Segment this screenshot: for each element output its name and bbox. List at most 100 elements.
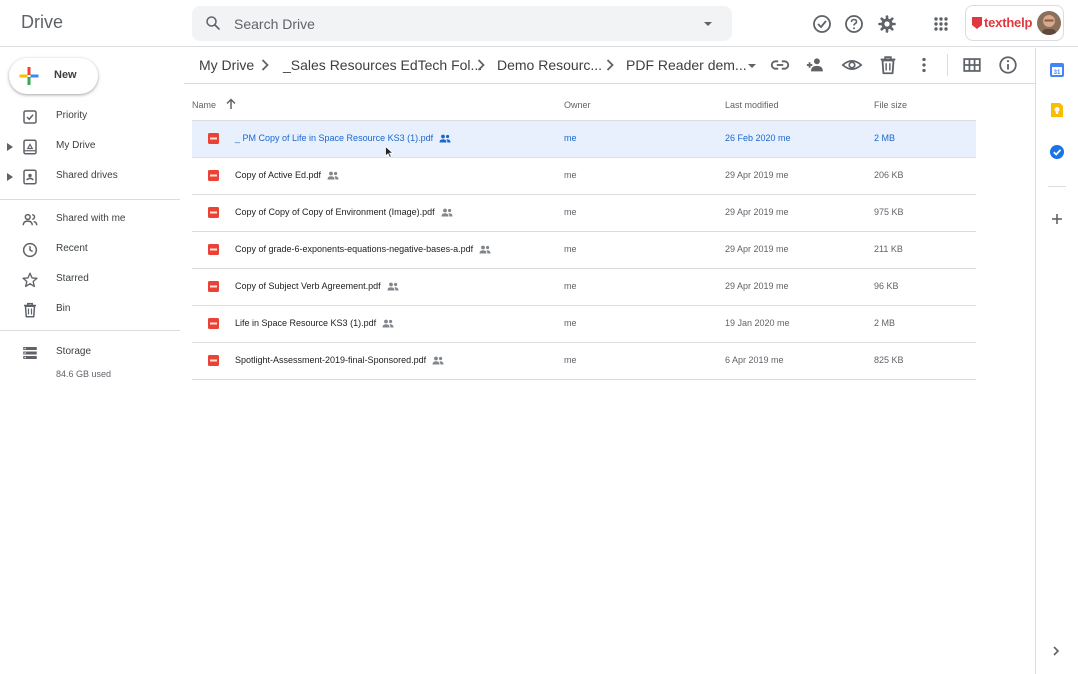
file-name[interactable]: Copy of Subject Verb Agreement.pdf: [235, 281, 399, 291]
sidebar-item-label: Shared drives: [56, 170, 118, 181]
table-row[interactable]: Spotlight-Assessment-2019-final-Sponsore…: [192, 343, 976, 380]
chevron-right-icon: [477, 59, 485, 71]
more-options-icon[interactable]: [913, 54, 935, 76]
file-size: 206 KB: [874, 170, 904, 180]
shared-people-icon: [439, 134, 451, 143]
breadcrumb-item[interactable]: _Sales Resources EdTech Fol...: [283, 57, 482, 73]
sidebar-item-starred[interactable]: Starred: [0, 265, 180, 295]
chevron-right-icon: [606, 59, 614, 71]
pdf-file-icon: [208, 281, 219, 292]
remove-trash-icon[interactable]: [877, 54, 899, 76]
shared-people-icon: [432, 356, 444, 365]
top-bar: Drive texthelp: [0, 0, 1078, 47]
chevron-right-icon: [261, 59, 269, 71]
table-row[interactable]: Copy of grade-6-exponents-equations-nega…: [192, 232, 976, 269]
table-row[interactable]: Copy of Subject Verb Agreement.pdf me 29…: [192, 269, 976, 306]
column-header-owner[interactable]: Owner: [564, 100, 591, 110]
file-size: 96 KB: [874, 281, 899, 291]
sidebar-item-shared-drives[interactable]: Shared drives: [0, 162, 180, 192]
new-button[interactable]: New: [9, 58, 98, 94]
tasks-icon[interactable]: [1049, 144, 1065, 160]
column-header-file-size[interactable]: File size: [874, 100, 907, 110]
sidebar-item-bin[interactable]: Bin: [0, 295, 180, 325]
file-name-text: Copy of Subject Verb Agreement.pdf: [235, 281, 381, 291]
add-person-icon[interactable]: [805, 54, 827, 76]
new-button-label: New: [54, 69, 77, 81]
pdf-file-icon: [208, 355, 219, 366]
search-input[interactable]: [234, 6, 674, 41]
table-row[interactable]: _ PM Copy of Life in Space Resource KS3 …: [192, 121, 976, 158]
sort-arrow-up-icon[interactable]: [225, 98, 237, 110]
expand-arrow-icon[interactable]: [7, 173, 13, 181]
keep-notes-icon[interactable]: [1049, 102, 1065, 118]
sidebar-item-shared-with-me[interactable]: Shared with me: [0, 205, 180, 235]
table-row[interactable]: Life in Space Resource KS3 (1).pdf me 19…: [192, 306, 976, 343]
search-options-icon[interactable]: [702, 18, 714, 30]
expand-arrow-icon[interactable]: [7, 143, 13, 151]
shared-people-icon: [387, 282, 399, 291]
file-owner: me: [564, 318, 577, 328]
sidebar-item-label: Bin: [56, 303, 71, 314]
file-name[interactable]: Life in Space Resource KS3 (1).pdf: [235, 318, 394, 328]
preview-eye-icon[interactable]: [841, 54, 863, 76]
file-last-modified: 29 Apr 2019 me: [725, 170, 789, 180]
breadcrumb-item[interactable]: My Drive: [199, 57, 254, 73]
sidebar-item-label: Starred: [56, 273, 89, 284]
apps-grid-icon[interactable]: [929, 12, 953, 36]
table-row[interactable]: Copy of Copy of Copy of Environment (Ima…: [192, 195, 976, 232]
file-size: 975 KB: [874, 207, 904, 217]
sidebar-item-priority[interactable]: Priority: [0, 102, 180, 132]
brand-name: texthelp: [984, 15, 1033, 30]
column-header-name[interactable]: Name: [192, 100, 216, 110]
sidebar-item-recent[interactable]: Recent: [0, 235, 180, 265]
table-row[interactable]: Copy of Active Ed.pdf me 29 Apr 2019 me …: [192, 158, 976, 195]
shared-drives-icon: [21, 168, 39, 186]
file-name[interactable]: Spotlight-Assessment-2019-final-Sponsore…: [235, 355, 444, 365]
file-name[interactable]: Copy of grade-6-exponents-equations-nega…: [235, 244, 491, 254]
file-name[interactable]: Copy of Copy of Copy of Environment (Ima…: [235, 207, 453, 217]
pdf-file-icon: [208, 244, 219, 255]
file-last-modified: 6 Apr 2019 me: [725, 355, 784, 365]
info-icon[interactable]: [997, 54, 1019, 76]
file-last-modified: 29 Apr 2019 me: [725, 207, 789, 217]
sidebar-item-label: Recent: [56, 243, 88, 254]
add-addon-plus-icon[interactable]: [1049, 211, 1065, 227]
file-name[interactable]: Copy of Active Ed.pdf: [235, 170, 339, 180]
account-switcher[interactable]: texthelp: [965, 5, 1064, 41]
get-link-icon[interactable]: [769, 54, 791, 76]
file-list: Name Owner Last modified File size _ PM …: [192, 90, 976, 380]
file-owner: me: [564, 281, 577, 291]
sidebar-item-storage[interactable]: Storage: [0, 338, 180, 368]
settings-gear-icon[interactable]: [875, 12, 899, 36]
shared-people-icon: [382, 319, 394, 328]
file-owner: me: [564, 133, 577, 143]
sidebar-item-my-drive[interactable]: My Drive: [0, 132, 180, 162]
side-panel-divider: [1048, 186, 1066, 187]
ready-for-offline-icon[interactable]: [810, 12, 834, 36]
star-icon: [21, 271, 39, 289]
expand-panel-chevron-icon[interactable]: [1051, 645, 1061, 657]
side-panel: 31: [1035, 48, 1078, 674]
help-icon[interactable]: [842, 12, 866, 36]
app-title[interactable]: Drive: [21, 12, 63, 33]
avatar[interactable]: [1037, 11, 1061, 35]
clock-icon: [21, 241, 39, 259]
table-header: Name Owner Last modified File size: [192, 90, 976, 121]
breadcrumb-current-folder[interactable]: PDF Reader dem...: [626, 57, 747, 73]
column-header-last-modified[interactable]: Last modified: [725, 100, 779, 110]
calendar-icon[interactable]: 31: [1049, 62, 1065, 78]
search-icon[interactable]: [204, 14, 222, 32]
file-size: 2 MB: [874, 133, 896, 143]
sidebar-item-label: Storage: [56, 346, 92, 357]
my-drive-icon: [21, 138, 39, 156]
breadcrumb-item[interactable]: Demo Resourc...: [497, 57, 602, 73]
file-name-text: Life in Space Resource KS3 (1).pdf: [235, 318, 377, 328]
grid-view-icon[interactable]: [961, 54, 983, 76]
file-last-modified: 26 Feb 2020 me: [725, 133, 791, 143]
search-box[interactable]: [192, 6, 732, 41]
file-name[interactable]: _ PM Copy of Life in Space Resource KS3 …: [235, 133, 451, 143]
pdf-file-icon: [208, 207, 219, 218]
file-name-text: Copy of Copy of Copy of Environment (Ima…: [235, 207, 435, 217]
storage-icon: [21, 344, 39, 362]
folder-menu-dropdown-icon[interactable]: [747, 62, 757, 70]
